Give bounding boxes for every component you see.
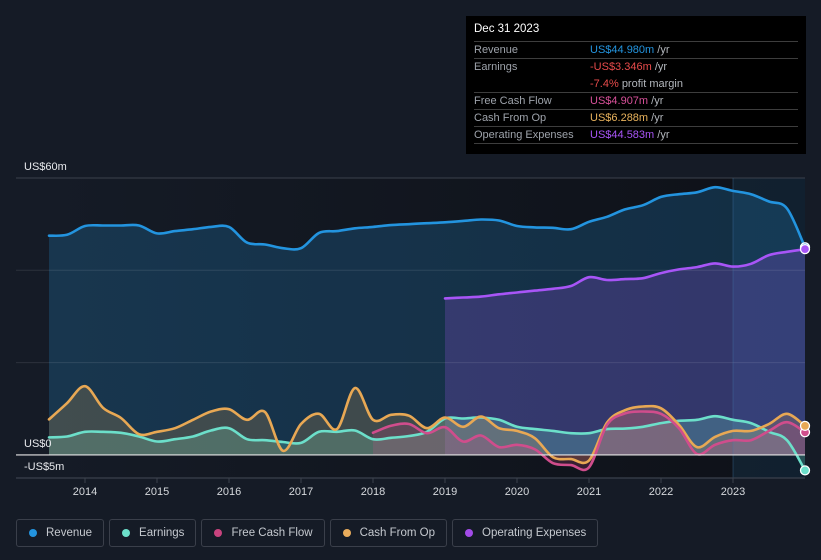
tooltip-value: US$44.583m: [590, 129, 655, 141]
legend-label: Revenue: [46, 527, 93, 539]
legend-item-earnings[interactable]: Earnings: [109, 519, 197, 547]
tooltip-value: -US$3.346m: [590, 61, 652, 73]
cfo-end-marker: [799, 420, 811, 432]
x-tick-label: 2014: [73, 486, 97, 498]
x-tick-label: 2016: [217, 486, 241, 498]
x-tick-label: 2017: [289, 486, 313, 498]
tooltip-label: Free Cash Flow: [474, 95, 552, 107]
tooltip-label: Earnings: [474, 61, 518, 73]
tooltip-earnings-row: Earnings -US$3.346m /yr -7.4% profit mar…: [474, 59, 798, 93]
legend-item-free-cash-flow[interactable]: Free Cash Flow: [201, 519, 325, 547]
legend-label: Free Cash Flow: [231, 527, 313, 539]
x-tick-label: 2015: [145, 486, 169, 498]
earnings-end-marker: [799, 465, 811, 476]
tooltip-value: US$4.907m: [590, 95, 649, 107]
legend-dot-icon: [465, 529, 474, 537]
chart-legend: Revenue Earnings Free Cash Flow Cash Fro…: [16, 519, 599, 547]
tooltip-profit-margin: -7.4%: [590, 77, 619, 90]
tooltip-suffix: /yr: [651, 112, 664, 124]
tooltip-label: Revenue: [474, 44, 519, 56]
y-tick-label: -US$5m: [24, 461, 64, 473]
hover-tooltip: Dec 31 2023 Revenue US$44.980m /yr Earni…: [466, 16, 806, 154]
tooltip-value: US$6.288m: [590, 112, 649, 124]
legend-dot-icon: [342, 529, 351, 537]
x-tick-label: 2020: [505, 486, 529, 498]
y-tick-label: US$60m: [24, 161, 67, 173]
legend-label: Cash From Op: [359, 527, 436, 539]
tooltip-suffix: /yr: [657, 129, 670, 141]
legend-item-operating-expenses[interactable]: Operating Expenses: [452, 519, 599, 547]
tooltip-cfo-row: Cash From Op US$6.288m /yr: [474, 110, 798, 127]
x-tick-label: 2019: [433, 486, 457, 498]
x-tick-label: 2021: [577, 486, 601, 498]
y-tick-label: US$0: [24, 438, 52, 450]
legend-dot-icon: [214, 529, 223, 537]
tooltip-label: Cash From Op: [474, 112, 547, 124]
x-tick-label: 2022: [649, 486, 673, 498]
legend-item-revenue[interactable]: Revenue: [16, 519, 105, 547]
tooltip-revenue-row: Revenue US$44.980m /yr: [474, 42, 798, 59]
tooltip-label: [474, 76, 590, 93]
tooltip-suffix: /yr: [651, 95, 664, 107]
opex-end-marker: [799, 244, 811, 255]
tooltip-opex-row: Operating Expenses US$44.583m /yr: [474, 127, 798, 144]
tooltip-suffix: profit margin: [621, 77, 683, 90]
tooltip-suffix: /yr: [654, 61, 668, 73]
tooltip-value: US$44.980m: [590, 44, 655, 56]
tooltip-label: Operating Expenses: [474, 129, 574, 141]
tooltip-date: Dec 31 2023: [474, 16, 798, 42]
legend-dot-icon: [122, 529, 131, 537]
legend-label: Earnings: [139, 527, 185, 539]
legend-item-cash-from-op[interactable]: Cash From Op: [329, 519, 448, 547]
legend-dot-icon: [29, 529, 37, 537]
legend-label: Operating Expenses: [482, 527, 587, 539]
x-tick-label: 2023: [721, 486, 745, 498]
tooltip-suffix: /yr: [657, 44, 670, 56]
x-tick-label: 2018: [361, 486, 385, 498]
tooltip-fcf-row: Free Cash Flow US$4.907m /yr: [474, 93, 798, 110]
